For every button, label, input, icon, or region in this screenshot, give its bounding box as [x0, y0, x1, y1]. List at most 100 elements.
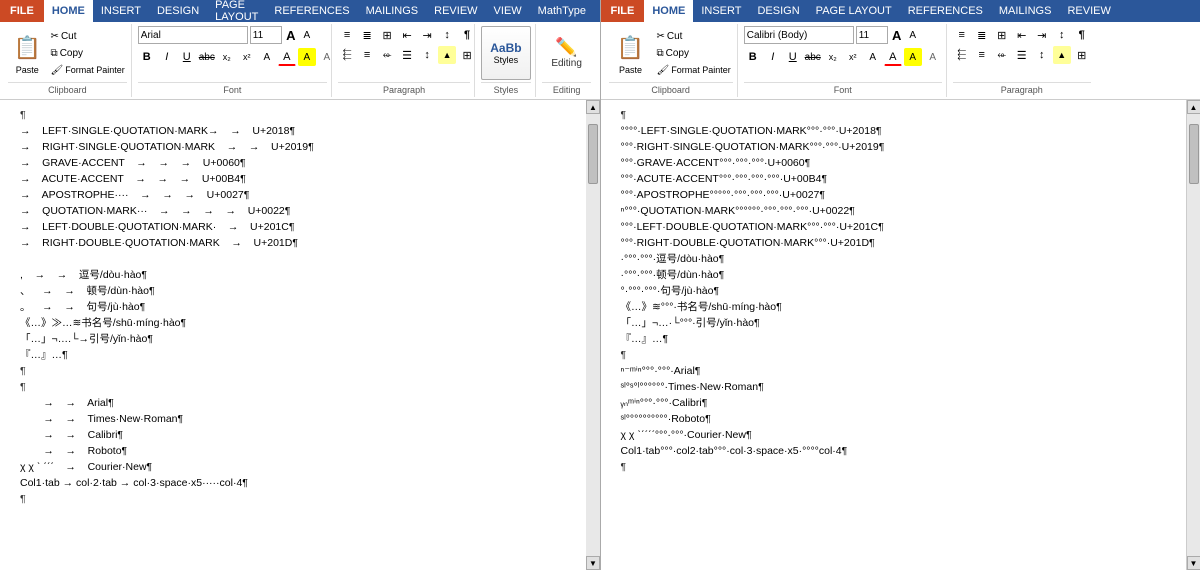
- right-font-shade-button[interactable]: A: [924, 48, 942, 66]
- shading-button[interactable]: ▲: [438, 46, 456, 64]
- bold-button[interactable]: B: [138, 48, 156, 66]
- right-tab-review[interactable]: REVIEW: [1059, 0, 1118, 22]
- right-tab-mailings[interactable]: MAILINGS: [991, 0, 1060, 22]
- left-tab-view[interactable]: VIEW: [486, 0, 530, 22]
- copy-button[interactable]: ⧉Copy: [49, 45, 127, 61]
- right-copy-button[interactable]: ⧉Copy: [655, 45, 733, 61]
- right-tab-design[interactable]: DESIGN: [749, 0, 807, 22]
- right-tab-references[interactable]: REFERENCES: [900, 0, 991, 22]
- left-tab-design[interactable]: DESIGN: [149, 0, 207, 22]
- right-multilevel-list-button[interactable]: ⊞: [993, 26, 1011, 44]
- scroll-track[interactable]: [586, 114, 600, 556]
- right-numbering-button[interactable]: ≣: [973, 26, 991, 44]
- underline-button[interactable]: U: [178, 48, 196, 66]
- right-scroll-thumb[interactable]: [1189, 124, 1199, 184]
- font-shrink-button[interactable]: A: [300, 28, 314, 42]
- right-borders-button[interactable]: ⊞: [1073, 46, 1091, 64]
- font-name-input[interactable]: [138, 26, 248, 44]
- right-font-color-button[interactable]: A: [884, 48, 902, 66]
- strikethrough-button[interactable]: abc: [198, 48, 216, 66]
- bullets-button[interactable]: ≡: [338, 26, 356, 44]
- multilevel-list-button[interactable]: ⊞: [378, 26, 396, 44]
- right-paste-button[interactable]: 📋 Paste: [609, 26, 653, 80]
- right-scroll-up-button[interactable]: ▲: [1187, 100, 1200, 114]
- right-clear-format-button[interactable]: A: [864, 48, 882, 66]
- right-italic-button[interactable]: I: [764, 48, 782, 66]
- align-left-button[interactable]: ⬱: [338, 46, 356, 64]
- font-size-input[interactable]: [250, 26, 282, 44]
- scroll-up-button[interactable]: ▲: [586, 100, 600, 114]
- right-tab-file[interactable]: FILE: [601, 0, 645, 22]
- font-grow-button[interactable]: A: [284, 28, 298, 42]
- left-vertical-scrollbar[interactable]: ▲ ▼: [586, 100, 600, 570]
- right-cut-button[interactable]: ✂Cut: [655, 28, 733, 44]
- right-scroll-track[interactable]: [1187, 114, 1200, 556]
- styles-button[interactable]: AaBb Styles: [481, 26, 531, 80]
- left-tab-insert[interactable]: INSERT: [93, 0, 149, 22]
- align-center-button[interactable]: ≡: [358, 46, 376, 64]
- right-scroll-down-button[interactable]: ▼: [1187, 556, 1200, 570]
- right-format-painter-button[interactable]: 🖌Format Painter: [655, 62, 733, 78]
- right-vertical-scrollbar[interactable]: ▲ ▼: [1186, 100, 1200, 570]
- font-shade-button[interactable]: A: [318, 48, 336, 66]
- right-clipboard-small-btns: ✂Cut ⧉Copy 🖌Format Painter: [655, 28, 733, 78]
- left-tab-references[interactable]: REFERENCES: [266, 0, 357, 22]
- left-tab-mathtype[interactable]: MathType: [530, 0, 594, 22]
- sort-button[interactable]: ↕: [438, 26, 456, 44]
- italic-button[interactable]: I: [158, 48, 176, 66]
- right-superscript-button[interactable]: x²: [844, 48, 862, 66]
- subscript-button[interactable]: x₂: [218, 48, 236, 66]
- right-shading-button[interactable]: ▲: [1053, 46, 1071, 64]
- left-tab-mailings[interactable]: MAILINGS: [358, 0, 427, 22]
- left-tab-file[interactable]: FILE: [0, 0, 44, 22]
- right-strikethrough-button[interactable]: abc: [804, 48, 822, 66]
- borders-button[interactable]: ⊞: [458, 46, 476, 64]
- scroll-thumb[interactable]: [588, 124, 598, 184]
- right-font-size-input[interactable]: [856, 26, 888, 44]
- right-align-left-button[interactable]: ⬱: [953, 46, 971, 64]
- indent-decrease-button[interactable]: ⇤: [398, 26, 416, 44]
- cut-button[interactable]: ✂Cut: [49, 28, 127, 44]
- right-font-grow-button[interactable]: A: [890, 28, 904, 42]
- right-sort-button[interactable]: ↕: [1053, 26, 1071, 44]
- right-tab-home[interactable]: HOME: [644, 0, 693, 22]
- text-highlight-button[interactable]: A: [298, 48, 316, 66]
- right-underline-button[interactable]: U: [784, 48, 802, 66]
- format-painter-button[interactable]: 🖌Format Painter: [49, 62, 127, 78]
- left-tab-home[interactable]: HOME: [44, 0, 93, 22]
- right-subscript-button[interactable]: x₂: [824, 48, 842, 66]
- right-doc-content[interactable]: ¶ °°°°·LEFT·SINGLE·QUOTATION·MARK°°°·°°°…: [601, 100, 1187, 570]
- indent-increase-button[interactable]: ⇥: [418, 26, 436, 44]
- right-indent-increase-button[interactable]: ⇥: [1033, 26, 1051, 44]
- right-font-group-content: A A B I U abc x₂ x² A A: [744, 26, 942, 80]
- right-align-right-button[interactable]: ⬰: [993, 46, 1011, 64]
- right-show-marks-button[interactable]: ¶: [1073, 26, 1091, 44]
- left-tab-review[interactable]: REVIEW: [426, 0, 485, 22]
- line-spacing-button[interactable]: ↕: [418, 46, 436, 64]
- numbering-button[interactable]: ≣: [358, 26, 376, 44]
- left-doc-content[interactable]: ¶ → LEFT·SINGLE·QUOTATION·MARK→ → U+2018…: [0, 100, 586, 570]
- right-align-center-button[interactable]: ≡: [973, 46, 991, 64]
- left-tab-pagelayout[interactable]: PAGE LAYOUT: [207, 0, 266, 22]
- right-justify-button[interactable]: ☰: [1013, 46, 1031, 64]
- right-text-highlight-button[interactable]: A: [904, 48, 922, 66]
- right-line-19: ˢˡ°°°°°°°°°°·Roboto¶: [621, 412, 1167, 428]
- clear-format-button[interactable]: A: [258, 48, 276, 66]
- right-tab-insert[interactable]: INSERT: [693, 0, 749, 22]
- font-color-button[interactable]: A: [278, 48, 296, 66]
- right-font-shrink-button[interactable]: A: [906, 28, 920, 42]
- right-indent-decrease-button[interactable]: ⇤: [1013, 26, 1031, 44]
- editing-display: ✏️ Editing: [542, 26, 592, 80]
- superscript-button[interactable]: x²: [238, 48, 256, 66]
- justify-button[interactable]: ☰: [398, 46, 416, 64]
- right-bullets-button[interactable]: ≡: [953, 26, 971, 44]
- right-bold-button[interactable]: B: [744, 48, 762, 66]
- right-line-spacing-button[interactable]: ↕: [1033, 46, 1051, 64]
- show-marks-button[interactable]: ¶: [458, 26, 476, 44]
- editing-group-content: ✏️ Editing: [542, 26, 592, 80]
- align-right-button[interactable]: ⬰: [378, 46, 396, 64]
- scroll-down-button[interactable]: ▼: [586, 556, 600, 570]
- paste-button[interactable]: 📋 Paste: [8, 26, 47, 80]
- right-tab-pagelayout[interactable]: PAGE LAYOUT: [808, 0, 900, 22]
- right-font-name-input[interactable]: [744, 26, 854, 44]
